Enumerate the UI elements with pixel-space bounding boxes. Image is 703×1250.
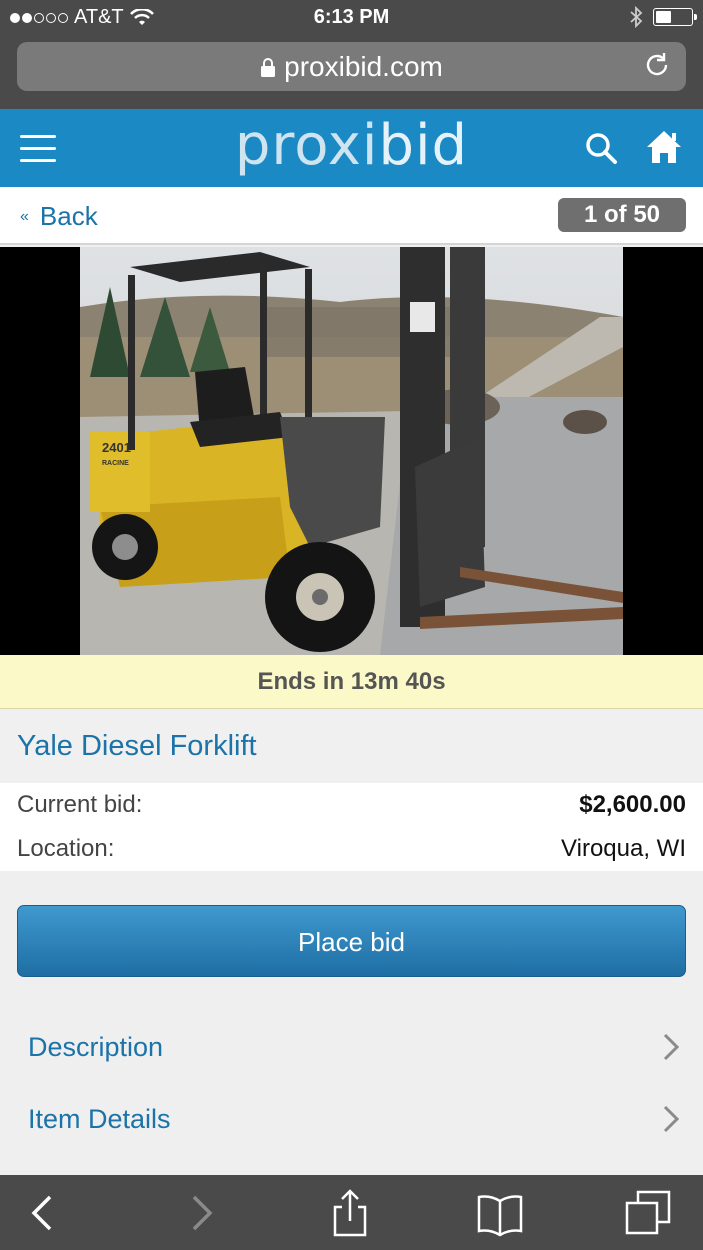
bookmarks-icon[interactable] <box>476 1189 524 1237</box>
back-label: Back <box>39 201 98 231</box>
browser-chrome: proxibid.com <box>0 36 703 109</box>
back-icon[interactable] <box>20 1189 68 1237</box>
lot-title: Yale Diesel Forklift <box>17 730 257 762</box>
location-value: Viroqua, WI <box>561 835 686 862</box>
description-label: Description <box>28 1032 164 1062</box>
app-header: proxibid <box>0 109 703 187</box>
current-bid-value: $2,600.00 <box>579 791 686 818</box>
search-icon[interactable] <box>584 131 618 165</box>
lot-photo[interactable]: 2401 RACINE <box>80 247 623 655</box>
battery-icon <box>653 8 697 26</box>
forklift-decal-2: RACINE <box>102 460 129 467</box>
lock-icon <box>261 58 276 77</box>
current-bid-label: Current bid: <box>17 791 143 818</box>
address-bar[interactable]: proxibid.com <box>17 42 686 91</box>
clock: 6:13 PM <box>313 6 390 28</box>
item-details-section[interactable]: Item Details <box>0 1084 703 1154</box>
description-section[interactable]: Description <box>0 1012 703 1082</box>
location-row: Location: Viroqua, WI <box>17 827 686 871</box>
reload-icon[interactable] <box>642 50 672 80</box>
forklift-decal: 2401 <box>102 440 131 455</box>
bluetooth-icon <box>630 6 643 28</box>
lot-navigation: « Back 1 of 50 <box>0 187 703 245</box>
location-label: Location: <box>17 835 115 862</box>
share-icon[interactable] <box>326 1189 374 1237</box>
current-bid-row: Current bid: $2,600.00 <box>17 783 686 827</box>
lot-counter-badge: 1 of 50 <box>558 198 686 232</box>
item-details-label: Item Details <box>28 1104 171 1134</box>
forward-icon[interactable] <box>176 1189 224 1237</box>
lot-info: Current bid: $2,600.00 Location: Viroqua… <box>0 783 703 871</box>
auction-countdown: Ends in 13m 40s <box>0 655 703 709</box>
chevron-right-icon <box>663 1105 680 1133</box>
place-bid-button[interactable]: Place bid <box>17 905 686 977</box>
status-right <box>629 6 697 28</box>
lot-title-row: Yale Diesel Forklift <box>0 710 703 783</box>
back-link[interactable]: « Back <box>20 201 98 232</box>
lot-photo-container[interactable]: 2401 RACINE <box>0 247 703 655</box>
browser-toolbar <box>0 1175 703 1250</box>
status-bar: AT&T 6:13 PM <box>0 0 703 36</box>
chevron-right-icon <box>663 1033 680 1061</box>
tabs-icon[interactable] <box>624 1189 672 1237</box>
home-icon[interactable] <box>645 129 683 165</box>
double-chevron-left-icon: « <box>20 207 29 225</box>
url-text: proxibid.com <box>284 51 443 82</box>
